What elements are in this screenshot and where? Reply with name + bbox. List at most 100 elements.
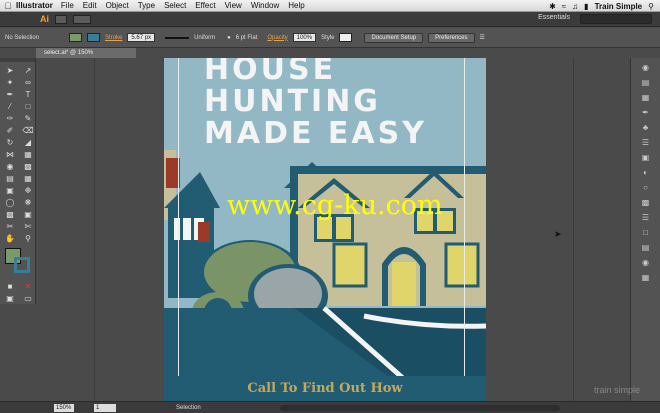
preferences-button[interactable]: Preferences	[428, 32, 475, 43]
paintbrush-tool-icon[interactable]: ✑	[2, 113, 18, 123]
application-bar: Ai Essentials	[0, 12, 660, 27]
arrange-icon[interactable]: ☰	[480, 34, 485, 41]
menu-select[interactable]: Select	[164, 1, 186, 10]
eraser-tool-icon[interactable]: ⌫	[20, 125, 36, 135]
stroke-label[interactable]: Stroke	[105, 35, 122, 41]
gradient-tool-icon[interactable]: ▣	[2, 185, 18, 195]
live-paint-tool-icon[interactable]: ▩	[20, 161, 36, 171]
screen-mode-icon[interactable]: ▭	[20, 293, 36, 303]
transform-panel-icon[interactable]: ▦	[640, 273, 652, 283]
eyedropper-tool-icon[interactable]: ❉	[20, 185, 36, 195]
wifi-icon[interactable]: ≈	[562, 2, 566, 11]
layers-panel-icon[interactable]: ☰	[640, 213, 652, 223]
menu-app-name[interactable]: Illustrator	[16, 1, 53, 10]
canvas-area[interactable]: HOUSE HUNTING MADE EASY Call To Find Out…	[37, 58, 630, 401]
variable-width-profile[interactable]: Uniform	[194, 35, 215, 41]
pencil-tool-icon[interactable]: ✎	[20, 113, 36, 123]
volume-icon[interactable]: ♫	[572, 2, 578, 11]
fill-swatch[interactable]	[69, 33, 83, 42]
workspace-switcher[interactable]: Essentials	[538, 14, 570, 21]
stroke-color-box[interactable]	[14, 257, 30, 273]
opacity-label[interactable]: Opacity	[267, 35, 287, 41]
rotate-tool-icon[interactable]: ↻	[2, 137, 18, 147]
style-label: Style	[321, 34, 335, 41]
user-name[interactable]: Train Simple	[595, 2, 643, 11]
document-setup-button[interactable]: Document Setup	[364, 32, 424, 43]
brush-definition[interactable]: 6 pt Flat	[236, 35, 258, 41]
graphic-style-swatch[interactable]	[339, 33, 353, 42]
artboard-navigation-field[interactable]: 1	[94, 403, 116, 412]
current-tool-status[interactable]: Selection	[176, 405, 201, 411]
call-to-action-text[interactable]: Call To Find Out How	[164, 381, 486, 396]
stroke-panel-icon[interactable]: ☰	[640, 138, 652, 148]
color-guide-panel-icon[interactable]: ▤	[640, 78, 652, 88]
horizontal-scrollbar[interactable]	[280, 405, 560, 411]
column-graph-tool-icon[interactable]: ▩	[2, 209, 18, 219]
blob-brush-tool-icon[interactable]: ✐	[2, 125, 18, 135]
drawing-mode-icon[interactable]: ▣	[2, 293, 18, 303]
battery-icon[interactable]: ▮	[584, 2, 588, 11]
document-tab[interactable]: select.ai* @ 150% (CMYK/Preview)	[36, 48, 136, 66]
menu-type[interactable]: Type	[138, 1, 155, 10]
gradient-panel-icon[interactable]: ▣	[640, 153, 652, 163]
menu-edit[interactable]: Edit	[83, 1, 97, 10]
selection-tool-icon[interactable]: ➤	[2, 65, 18, 75]
free-transform-tool-icon[interactable]: ▦	[20, 149, 36, 159]
artboards-panel-icon[interactable]: □	[640, 228, 652, 238]
pen-tool-icon[interactable]: ✒	[2, 89, 18, 99]
brushes-panel-icon[interactable]: ✒	[640, 108, 652, 118]
menu-view[interactable]: View	[225, 1, 242, 10]
arrange-documents-icon[interactable]	[73, 14, 91, 24]
fill-stroke-control[interactable]	[2, 248, 33, 276]
swatches-panel-icon[interactable]: ▦	[640, 93, 652, 103]
pathfinder-panel-icon[interactable]: ◉	[640, 258, 652, 268]
magic-wand-tool-icon[interactable]: ✦	[2, 77, 18, 87]
variable-width-preview[interactable]	[165, 36, 190, 39]
lasso-tool-icon[interactable]: ∞	[20, 77, 36, 87]
color-panel-icon[interactable]: ◉	[640, 63, 652, 73]
direct-selection-tool-icon[interactable]: ↗	[20, 65, 36, 75]
width-tool-icon[interactable]: ⋈	[2, 149, 18, 159]
appearance-panel-icon[interactable]: ○	[640, 183, 652, 193]
bluetooth-icon[interactable]: ✱	[549, 2, 556, 11]
bridge-icon[interactable]	[55, 14, 67, 24]
hand-tool-icon[interactable]: ✋	[2, 233, 18, 243]
spotlight-icon[interactable]: ⚲	[648, 2, 654, 11]
menu-effect[interactable]: Effect	[195, 1, 215, 10]
none-color-icon[interactable]: ✕	[20, 281, 36, 291]
opacity-field[interactable]: 100%	[292, 33, 317, 42]
scissors-tool-icon[interactable]: ✄	[20, 221, 36, 231]
stroke-swatch[interactable]	[87, 33, 101, 42]
type-tool-icon[interactable]: T	[20, 89, 36, 99]
rectangle-tool-icon[interactable]: □	[20, 101, 36, 111]
menu-object[interactable]: Object	[106, 1, 129, 10]
headline[interactable]: HOUSE HUNTING MADE EASY	[204, 58, 427, 150]
selection-status: No Selection	[5, 34, 40, 41]
perspective-grid-tool-icon[interactable]: ▤	[2, 173, 18, 183]
blend-tool-icon[interactable]: ◯	[2, 197, 18, 207]
zoom-level-field[interactable]: 150%	[54, 403, 74, 412]
menu-extras: ✱ ≈ ♫ ▮ Train Simple ⚲	[549, 0, 654, 12]
menu-help[interactable]: Help	[288, 1, 304, 10]
menu-window[interactable]: Window	[251, 1, 279, 10]
graphic-styles-panel-icon[interactable]: ▩	[640, 198, 652, 208]
symbols-panel-icon[interactable]: ♣	[640, 123, 652, 133]
scale-tool-icon[interactable]: ◢	[20, 137, 36, 147]
brush-definition-dot[interactable]: ●	[227, 35, 231, 41]
stroke-weight-field[interactable]: 5.67 px	[127, 33, 156, 42]
help-search-input[interactable]	[580, 14, 652, 24]
color-mode-icon[interactable]: ■	[2, 281, 18, 291]
shape-builder-tool-icon[interactable]: ◉	[2, 161, 18, 171]
zoom-tool-icon[interactable]: ⚲	[20, 233, 36, 243]
guide-line	[178, 58, 179, 401]
symbol-sprayer-tool-icon[interactable]: ❋	[20, 197, 36, 207]
mesh-tool-icon[interactable]: ▦	[20, 173, 36, 183]
menu-file[interactable]: File	[61, 1, 74, 10]
align-panel-icon[interactable]: ▤	[640, 243, 652, 253]
transparency-panel-icon[interactable]: ◐	[640, 168, 652, 178]
apple-menu-icon[interactable]: 	[0, 1, 16, 11]
slice-tool-icon[interactable]: ✂	[2, 221, 18, 231]
artboard[interactable]: HOUSE HUNTING MADE EASY Call To Find Out…	[164, 58, 486, 401]
artboard-tool-icon[interactable]: ▣	[20, 209, 36, 219]
line-tool-icon[interactable]: ⁄	[2, 101, 18, 111]
